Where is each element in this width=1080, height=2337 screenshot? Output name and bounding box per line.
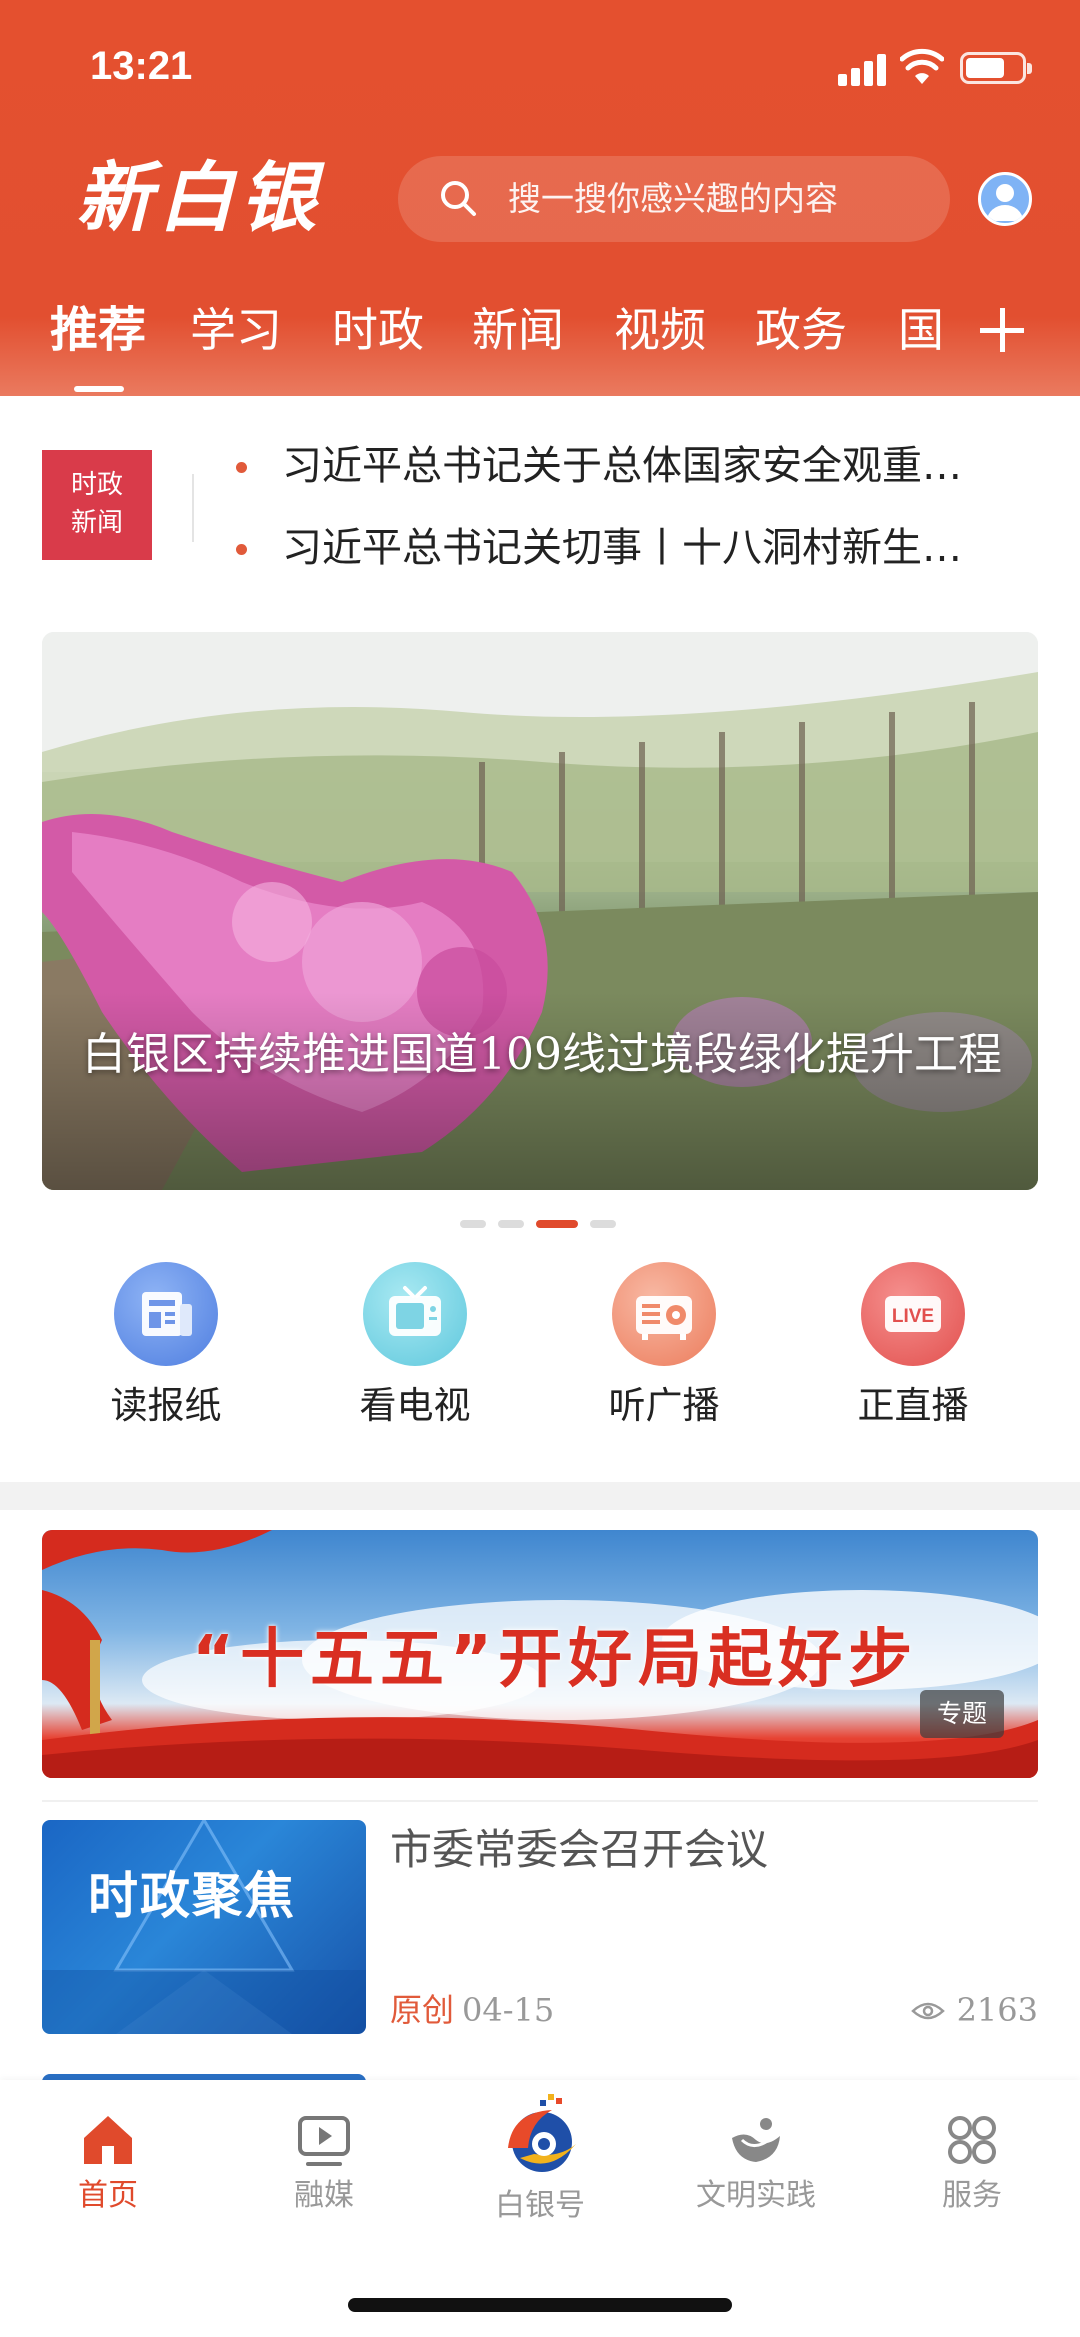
carousel-indicator — [460, 1220, 620, 1230]
carousel-dot — [498, 1220, 524, 1228]
home-icon — [78, 2110, 138, 2170]
ticker-item[interactable]: 习近平总书记关于总体国家安全观重… — [236, 436, 1036, 496]
nav-services[interactable]: 服务 — [892, 2110, 1052, 2218]
tab-recommend[interactable]: 推荐 — [50, 292, 146, 368]
civilization-icon — [726, 2110, 786, 2170]
quick-link-tv[interactable]: 看电视 — [315, 1262, 515, 1436]
tv-icon — [363, 1262, 467, 1366]
media-play-icon — [294, 2110, 354, 2170]
live-icon: LIVE — [861, 1262, 965, 1366]
topic-banner[interactable]: “十五五”开好局起好步 专题 — [42, 1530, 1038, 1778]
cellular-signal-icon — [838, 52, 888, 86]
nav-home[interactable]: 首页 — [28, 2110, 188, 2218]
battery-icon — [960, 52, 1032, 84]
row-divider — [42, 1800, 1038, 1802]
search-bar[interactable]: 搜一搜你感兴趣的内容 — [398, 156, 950, 242]
tab-national[interactable]: 国 — [898, 292, 944, 368]
quick-links: 读报纸 看电视 听广播 LIVE 正直播 — [0, 1262, 1080, 1482]
nav-label: 融媒 — [294, 2178, 354, 2213]
ticker-badge-line2: 新闻 — [70, 508, 123, 538]
active-tab-indicator — [74, 386, 124, 392]
banner-caption: 白银区持续推进国道109线过境段绿化提升工程 — [82, 1029, 1002, 1080]
quick-link-label: 看电视 — [359, 1384, 471, 1427]
quick-link-label: 听广播 — [608, 1384, 720, 1427]
person-icon — [987, 184, 1023, 221]
carousel-dot-active — [536, 1220, 578, 1228]
add-channel-icon[interactable] — [976, 304, 1028, 356]
status-bar: 13:21 — [0, 0, 1080, 140]
newspaper-icon — [114, 1262, 218, 1366]
ticker-divider — [192, 474, 194, 542]
app-logo[interactable]: 新白银 — [76, 150, 336, 246]
carousel-dot — [460, 1220, 486, 1228]
eye-icon — [910, 2002, 945, 2020]
quick-link-label: 读报纸 — [110, 1384, 222, 1427]
article-title[interactable]: 市委常委会召开会议 — [390, 1818, 1030, 1882]
bullet-dot — [236, 544, 247, 555]
radio-icon — [612, 1262, 716, 1366]
nav-label: 白银号 — [495, 2188, 585, 2223]
view-count: 2163 — [956, 1991, 1038, 2029]
search-icon — [441, 181, 476, 216]
hero-banner[interactable]: 白银区持续推进国道109线过境段绿化提升工程 — [42, 632, 1038, 1190]
channel-tabs: 推荐 学习 时政 新闻 视频 政务 国 — [0, 292, 1080, 392]
nav-media[interactable]: 融媒 — [244, 2110, 404, 2218]
topic-tag: 专题 — [920, 1690, 1004, 1738]
battery-level — [966, 58, 1004, 78]
carousel-dot — [590, 1220, 616, 1228]
services-grid-icon — [942, 2110, 1002, 2170]
nav-label: 首页 — [78, 2178, 138, 2213]
tab-news[interactable]: 新闻 — [472, 292, 564, 368]
home-indicator[interactable] — [348, 2298, 732, 2312]
baiyin-logo-icon — [490, 2088, 590, 2180]
section-separator — [0, 1482, 1080, 1510]
tab-video[interactable]: 视频 — [614, 292, 706, 368]
bottom-navigation: 首页 融媒 白银号 文明实践 服务 — [0, 2080, 1080, 2337]
nav-label: 文明实践 — [696, 2178, 816, 2213]
nav-label: 服务 — [942, 2178, 1002, 2213]
ticker-item[interactable]: 习近平总书记关切事丨十八洞村新生… — [236, 518, 1036, 578]
svg-text:LIVE: LIVE — [892, 1306, 934, 1327]
topic-title: “十五五”开好局起好步 — [192, 1623, 919, 1697]
app-header: 13:21 新白银 搜一搜你感兴趣的内容 推荐 学习 时政 新闻 视频 政务 国 — [0, 0, 1080, 396]
quick-link-live[interactable]: LIVE 正直播 — [813, 1262, 1013, 1436]
article-source: 原创 — [390, 1991, 455, 2029]
wifi-icon — [900, 48, 944, 84]
quick-link-radio[interactable]: 听广播 — [564, 1262, 764, 1436]
blossom-trees-photo — [42, 632, 1038, 1190]
status-time: 13:21 — [90, 44, 193, 88]
article-date: 04-15 — [462, 1991, 555, 2029]
tab-study[interactable]: 学习 — [190, 292, 282, 368]
news-ticker: 时政 新闻 习近平总书记关于总体国家安全观重… 习近平总书记关切事丨十八洞村新生… — [0, 396, 1080, 626]
quick-link-newspaper[interactable]: 读报纸 — [66, 1262, 266, 1436]
ticker-badge: 时政 新闻 — [42, 450, 152, 560]
nav-baiyin-hao[interactable]: 白银号 — [460, 2088, 620, 2228]
thumbnail-text: 时政聚焦 — [88, 1867, 296, 1925]
user-avatar-icon[interactable] — [978, 172, 1032, 226]
nav-civilization[interactable]: 文明实践 — [676, 2110, 836, 2218]
bullet-dot — [236, 462, 247, 473]
tab-politics[interactable]: 时政 — [332, 292, 424, 368]
tab-government[interactable]: 政务 — [755, 292, 847, 368]
ticker-badge-line1: 时政 — [70, 470, 123, 500]
article-thumbnail[interactable]: 时政聚焦 — [42, 1820, 366, 2034]
ticker-item-text: 习近平总书记关于总体国家安全观重… — [282, 443, 962, 489]
ticker-item-text: 习近平总书记关切事丨十八洞村新生… — [282, 525, 962, 571]
search-placeholder: 搜一搜你感兴趣的内容 — [508, 179, 838, 218]
quick-link-label: 正直播 — [857, 1384, 969, 1427]
article-views: 2163 — [910, 1988, 1038, 2032]
